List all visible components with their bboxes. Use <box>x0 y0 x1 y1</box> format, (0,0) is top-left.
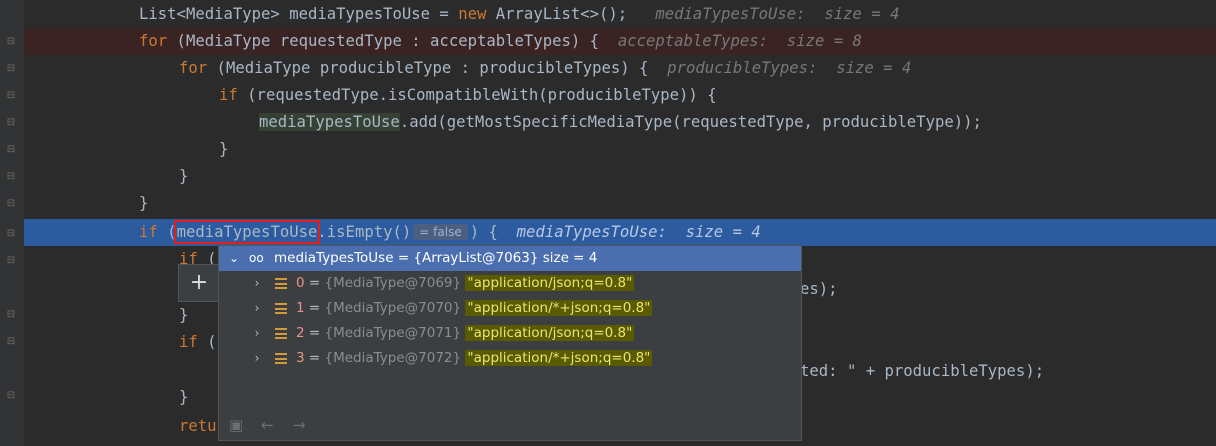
code-line[interactable]: List<MediaType> mediaTypesToUse = new Ar… <box>24 1 1216 28</box>
popup-header-text: mediaTypesToUse = {ArrayList@7063} size … <box>274 246 597 271</box>
code-line[interactable]: for (MediaType producibleType : producib… <box>24 55 1216 82</box>
tree-node-text: 3 = {MediaType@7072} "application/*+json… <box>296 346 653 371</box>
inline-debug-value: acceptableTypes: size = 8 <box>617 32 862 50</box>
element-value: "application/*+json;q=0.8" <box>465 300 653 316</box>
code-text: (requestedType.isCompatibleWith(producib… <box>237 86 717 104</box>
equals-sign: = <box>304 350 325 366</box>
code-text: ( <box>157 223 177 241</box>
code-line-fragment[interactable]: es); <box>800 276 1216 303</box>
chevron-right-icon[interactable]: › <box>251 271 263 296</box>
list-field-icon <box>275 278 287 289</box>
fold-marker-icon[interactable]: ⊟ <box>5 255 17 267</box>
popup-header-row[interactable]: ⌄ oo mediaTypesToUse = {ArrayList@7063} … <box>219 246 801 271</box>
variable-summary: = {ArrayList@7063} size = 4 <box>393 250 598 266</box>
fold-marker-icon[interactable]: ⊟ <box>5 63 17 75</box>
chevron-right-icon[interactable]: › <box>251 296 263 321</box>
fold-marker-icon[interactable]: ⊟ <box>5 309 17 321</box>
fold-marker-icon[interactable]: ⊟ <box>5 36 17 48</box>
debug-value-popup: ⌄ oo mediaTypesToUse = {ArrayList@7063} … <box>218 245 802 441</box>
code-text: .add(getMostSpecificMediaType(requestedT… <box>399 113 982 131</box>
code-text: (MediaType producibleType : producibleTy… <box>207 59 649 77</box>
code-line-breakpoint-warning[interactable]: for (MediaType requestedType : acceptabl… <box>24 28 1216 55</box>
code-line[interactable]: } <box>24 163 1216 190</box>
object-reference: {MediaType@7072} <box>324 350 462 366</box>
element-value: "application/json;q=0.8" <box>465 275 635 291</box>
fold-marker-icon[interactable]: ⊟ <box>5 228 17 240</box>
code-line[interactable]: } <box>24 136 1216 163</box>
code-text: (MediaType requestedType : acceptableTyp… <box>167 32 600 50</box>
keyword: for <box>139 32 168 50</box>
list-field-icon <box>275 328 287 339</box>
tree-node[interactable]: › 1 = {MediaType@7070} "application/*+js… <box>219 296 801 321</box>
object-reference: {MediaType@7071} <box>324 325 462 341</box>
tree-node-text: 0 = {MediaType@7069} "application/json;q… <box>296 271 635 296</box>
code-text: .isEmpty() <box>317 223 412 241</box>
chevron-down-icon[interactable]: ⌄ <box>228 246 240 271</box>
code-text: ) { <box>469 223 498 241</box>
keyword: retu <box>179 417 217 435</box>
variable-highlight[interactable]: mediaTypesToUse <box>259 113 400 131</box>
fold-marker-icon[interactable]: ⊟ <box>5 144 17 156</box>
fold-marker-icon[interactable]: ⊟ <box>5 336 17 348</box>
add-to-watches-button[interactable]: + <box>178 264 219 302</box>
code-text: ArrayList<>(); <box>486 5 628 23</box>
chevron-right-icon[interactable]: › <box>251 346 263 371</box>
fold-marker-icon[interactable]: ⊟ <box>5 90 17 102</box>
list-field-icon <box>275 353 287 364</box>
fold-marker-icon[interactable]: ⊟ <box>5 117 17 129</box>
fold-marker-icon[interactable]: ⊟ <box>5 198 17 210</box>
code-line[interactable]: mediaTypesToUse.add(getMostSpecificMedia… <box>24 109 1216 136</box>
fold-marker-icon[interactable]: ⊟ <box>5 171 17 183</box>
inline-debug-value: mediaTypesToUse: size = 4 <box>516 223 761 241</box>
equals-sign: = <box>304 275 325 291</box>
popup-toolbar: ▣ ← → <box>219 410 801 440</box>
element-index: 2 <box>296 325 305 341</box>
object-reference: {MediaType@7070} <box>324 300 462 316</box>
code-text: ( <box>197 333 217 351</box>
selected-expression[interactable]: mediaTypesToUse <box>173 220 321 244</box>
equals-sign: = <box>304 325 325 341</box>
inline-debug-value: mediaTypesToUse: size = 4 <box>655 5 900 23</box>
inline-debug-value: producibleTypes: size = 4 <box>667 59 912 77</box>
tree-node-text: 2 = {MediaType@7071} "application/json;q… <box>296 321 635 346</box>
element-index: 3 <box>296 350 305 366</box>
variable-name: mediaTypesToUse <box>274 250 394 266</box>
code-line[interactable]: } <box>24 190 1216 217</box>
element-index: 0 <box>296 275 305 291</box>
code-line[interactable]: if (requestedType.isCompatibleWith(produ… <box>24 82 1216 109</box>
equals-sign: = <box>304 300 325 316</box>
chevron-right-icon[interactable]: › <box>251 321 263 346</box>
folder-icon[interactable]: ▣ <box>229 416 243 434</box>
keyword: if <box>139 223 158 241</box>
tree-node-text: 1 = {MediaType@7070} "application/*+json… <box>296 296 653 321</box>
keyword: if <box>219 86 238 104</box>
current-execution-line[interactable]: if (mediaTypesToUse.isEmpty() = false) { … <box>24 219 1216 246</box>
tree-node[interactable]: › 3 = {MediaType@7072} "application/*+js… <box>219 346 801 371</box>
object-reference: {MediaType@7069} <box>324 275 462 291</box>
keyword: if <box>179 333 198 351</box>
element-value: "application/*+json;q=0.8" <box>465 350 653 366</box>
evaluation-inlay: = false <box>413 224 468 240</box>
element-index: 1 <box>296 300 305 316</box>
editor-gutter[interactable]: ⊟ ⊟ ⊟ ⊟ ⊟ ⊟ ⊟ ⊟ ⊟ ⊟ ⊟ ⊟ <box>0 0 24 446</box>
arrow-right-icon[interactable]: → <box>293 416 306 434</box>
list-field-icon <box>275 303 287 314</box>
tree-node[interactable]: › 0 = {MediaType@7069} "application/json… <box>219 271 801 296</box>
keyword: new <box>458 5 487 23</box>
keyword: for <box>179 59 208 77</box>
fold-marker-icon[interactable]: ⊟ <box>5 390 17 402</box>
element-value: "application/json;q=0.8" <box>465 325 635 341</box>
tree-node[interactable]: › 2 = {MediaType@7071} "application/json… <box>219 321 801 346</box>
glasses-icon: oo <box>249 251 264 265</box>
arrow-left-icon[interactable]: ← <box>261 416 274 434</box>
code-line-fragment[interactable]: ted: " + producibleTypes); <box>800 358 1216 385</box>
code-text: List<MediaType> mediaTypesToUse = <box>139 5 459 23</box>
